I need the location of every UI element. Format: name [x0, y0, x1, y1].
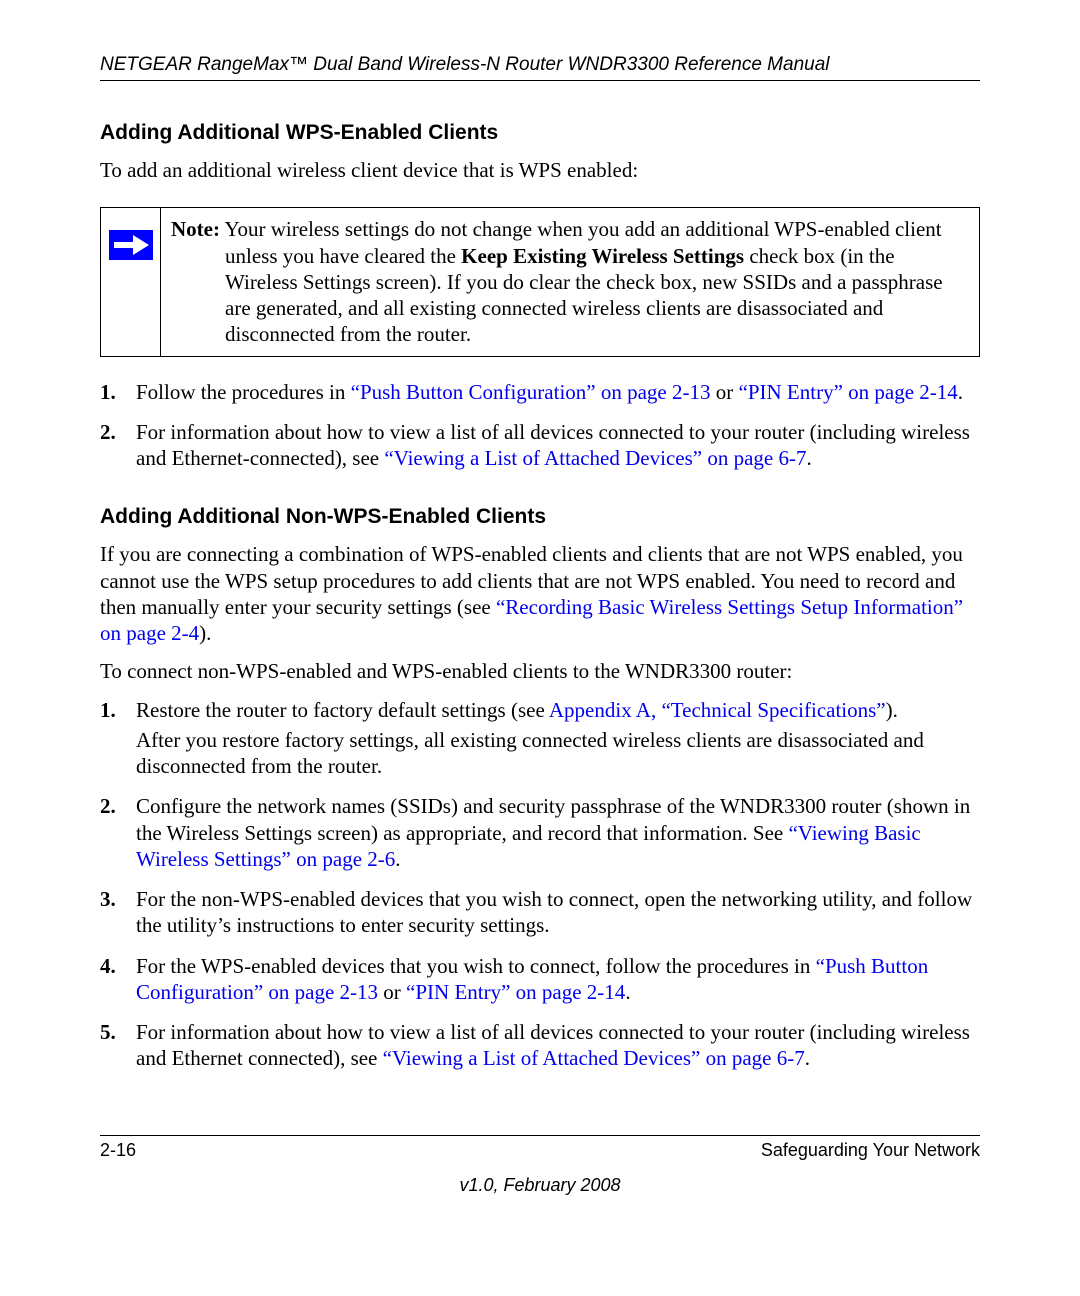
list-item: Restore the router to factory default se…	[136, 697, 980, 780]
step-subtext: After you restore factory settings, all …	[136, 727, 980, 780]
page-number: 2-16	[100, 1140, 136, 1161]
note-text: Note: Your wireless settings do not chan…	[161, 208, 979, 355]
xref-link[interactable]: “Viewing a List of Attached Devices” on …	[384, 446, 806, 470]
step-text: .	[958, 380, 963, 404]
step-text: .	[805, 1046, 810, 1070]
section1-steps: Follow the procedures in “Push Button Co…	[100, 379, 980, 472]
list-item: For information about how to view a list…	[136, 419, 980, 472]
running-header: NETGEAR RangeMax™ Dual Band Wireless-N R…	[100, 54, 980, 76]
footer-section-title: Safeguarding Your Network	[761, 1140, 980, 1161]
step-text: .	[625, 980, 630, 1004]
step-text: .	[395, 847, 400, 871]
note-label: Note:	[171, 217, 220, 241]
intro-text: ).	[199, 621, 211, 645]
header-rule	[100, 80, 980, 81]
list-item: Follow the procedures in “Push Button Co…	[136, 379, 980, 405]
section2-steps: Restore the router to factory default se…	[100, 697, 980, 1072]
note-box: Note: Your wireless settings do not chan…	[100, 207, 980, 356]
xref-link[interactable]: “PIN Entry” on page 2-14	[406, 980, 625, 1004]
xref-link[interactable]: “PIN Entry” on page 2-14	[739, 380, 958, 404]
step-text: Restore the router to factory default se…	[136, 698, 549, 722]
xref-link[interactable]: “Viewing a List of Attached Devices” on …	[383, 1046, 805, 1070]
list-item: Configure the network names (SSIDs) and …	[136, 793, 980, 872]
step-text: ).	[886, 698, 898, 722]
footer-rule	[100, 1135, 980, 1136]
section2-para2: To connect non-WPS-enabled and WPS-enabl…	[100, 658, 980, 684]
list-item: For the WPS-enabled devices that you wis…	[136, 953, 980, 1006]
list-item: For the non-WPS-enabled devices that you…	[136, 886, 980, 939]
step-text: Follow the procedures in	[136, 380, 351, 404]
arrow-icon	[109, 230, 153, 266]
section2-intro: If you are connecting a combination of W…	[100, 541, 980, 646]
step-text: For the non-WPS-enabled devices that you…	[136, 887, 972, 937]
xref-link[interactable]: Appendix A, “Technical Specifications”	[549, 698, 886, 722]
heading-adding-non-wps-clients: Adding Additional Non-WPS-Enabled Client…	[100, 505, 980, 529]
heading-adding-wps-clients: Adding Additional WPS-Enabled Clients	[100, 121, 980, 145]
note-body-bold: Keep Existing Wireless Settings	[461, 244, 744, 268]
section1-intro: To add an additional wireless client dev…	[100, 157, 980, 183]
list-item: For information about how to view a list…	[136, 1019, 980, 1072]
xref-link[interactable]: “Push Button Configuration” on page 2-13	[351, 380, 711, 404]
footer-version: v1.0, February 2008	[100, 1175, 980, 1196]
note-icon-column	[101, 208, 161, 355]
step-text: or	[378, 980, 406, 1004]
step-text: or	[711, 380, 739, 404]
page-footer: 2-16 Safeguarding Your Network v1.0, Feb…	[100, 1135, 980, 1196]
step-text: For the WPS-enabled devices that you wis…	[136, 954, 816, 978]
document-page: NETGEAR RangeMax™ Dual Band Wireless-N R…	[0, 0, 1080, 1296]
step-text: .	[806, 446, 811, 470]
